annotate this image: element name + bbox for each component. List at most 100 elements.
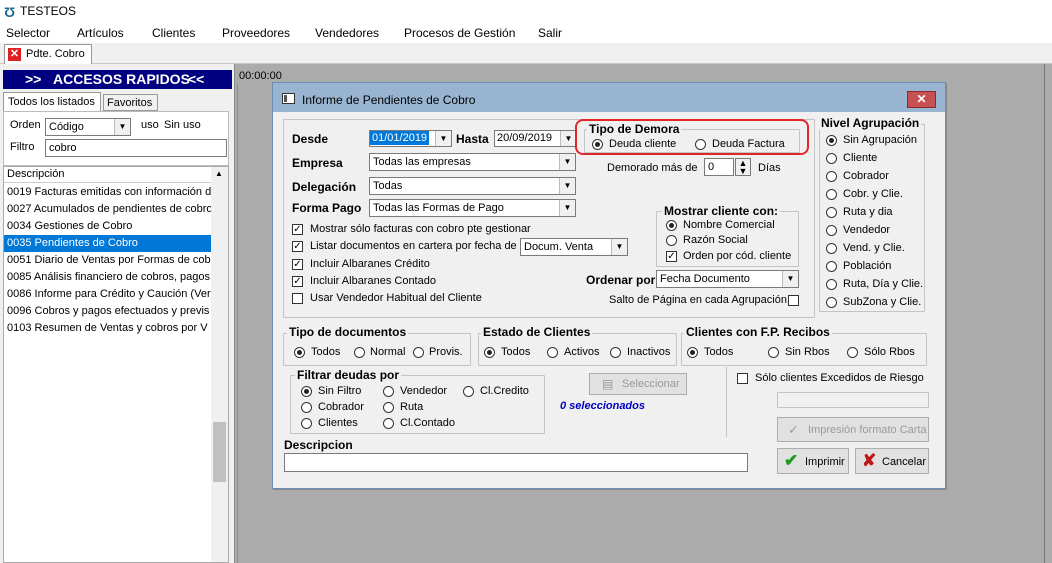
radio-razon-social[interactable]: [666, 235, 677, 246]
radio-estado-inactivos[interactable]: [610, 347, 621, 358]
list-item[interactable]: 0051 Diario de Ventas por Formas de cob: [4, 252, 211, 269]
chevron-down-icon: ▼: [560, 131, 576, 146]
fp-todos-label: Todos: [704, 346, 734, 358]
radio-nivel-5[interactable]: [826, 225, 837, 236]
check-listar-cartera[interactable]: ✓: [292, 241, 303, 252]
doc-tab-pdte-cobro[interactable]: ✕ Pdte. Cobro: [4, 44, 92, 64]
check-cobro-pte[interactable]: ✓: [292, 224, 303, 235]
check-vendedor-habitual[interactable]: [292, 293, 303, 304]
radio-sin-filtro[interactable]: [301, 386, 312, 397]
tab-todos-listados[interactable]: Todos los listados: [3, 92, 101, 111]
radio-tipo-todos[interactable]: [294, 347, 305, 358]
divider: [1044, 64, 1045, 563]
menu-procesos-gestion[interactable]: Procesos de Gestión: [404, 26, 515, 40]
radio-nivel-4[interactable]: [826, 207, 837, 218]
nivel-option-label: Vendedor: [843, 224, 891, 236]
list-item[interactable]: 0034 Gestiones de Cobro: [4, 218, 211, 235]
filtro-input[interactable]: cobro: [45, 139, 227, 157]
nivel-option-label: Cobr. y Clie.: [843, 188, 903, 200]
radio-ruta[interactable]: [383, 402, 394, 413]
dialog-close-button[interactable]: ✕: [907, 91, 936, 108]
descripcion-label: Descripcion: [284, 438, 353, 452]
uso-value: Sin uso: [164, 119, 201, 131]
empresa-select[interactable]: Todas las empresas ▼: [369, 153, 576, 171]
radio-vendedor[interactable]: [383, 386, 394, 397]
cobrador-label: Cobrador: [318, 401, 364, 413]
orden-select[interactable]: Código ▼: [45, 118, 131, 136]
radio-tipo-normal[interactable]: [354, 347, 365, 358]
radio-nivel-0[interactable]: [826, 135, 837, 146]
radio-cobrador[interactable]: [301, 402, 312, 413]
radio-nivel-8[interactable]: [826, 279, 837, 290]
seleccionar-label: Seleccionar: [622, 378, 680, 390]
nivel-agrupacion-title: Nivel Agrupación: [819, 116, 922, 130]
radio-nivel-3[interactable]: [826, 189, 837, 200]
radio-nivel-9[interactable]: [826, 297, 837, 308]
list-item[interactable]: 0085 Análisis financiero de cobros, pago…: [4, 269, 211, 286]
forma-pago-label: Forma Pago: [292, 201, 362, 215]
listados-grid: Descripción 0019 Facturas emitidas con i…: [3, 166, 229, 563]
radio-tipo-provis[interactable]: [413, 347, 424, 358]
expand-arrows-icon[interactable]: >>: [25, 70, 41, 89]
radio-nivel-6[interactable]: [826, 243, 837, 254]
collapse-arrows-icon[interactable]: <<: [188, 70, 204, 89]
radio-cl-contado[interactable]: [383, 418, 394, 429]
salto-pagina-label: Salto de Página en cada Agrupación: [609, 294, 787, 306]
clientes-fp-title: Clientes con F.P. Recibos: [684, 325, 832, 339]
seleccionar-button[interactable]: ▤ Seleccionar: [589, 373, 687, 395]
desde-date[interactable]: 01/01/2019 ▼: [369, 130, 452, 147]
imprimir-button[interactable]: ✔ Imprimir: [777, 448, 849, 474]
menu-articulos[interactable]: Artículos: [77, 26, 124, 40]
menu-selector[interactable]: Selector: [6, 26, 50, 40]
radio-estado-activos[interactable]: [547, 347, 558, 358]
check-albaranes-credito[interactable]: ✓: [292, 259, 303, 270]
radio-estado-todos[interactable]: [484, 347, 495, 358]
list-item[interactable]: 0103 Resumen de Ventas y cobros por V: [4, 320, 211, 337]
check-excedidos-riesgo[interactable]: [737, 373, 748, 384]
check-albaranes-contado[interactable]: ✓: [292, 276, 303, 287]
grid-header-descripcion[interactable]: Descripción: [4, 167, 211, 183]
radio-nivel-1[interactable]: [826, 153, 837, 164]
scrollbar-thumb[interactable]: [213, 422, 226, 482]
tab-favoritos[interactable]: Favoritos: [103, 94, 158, 111]
menu-vendedores[interactable]: Vendedores: [315, 26, 379, 40]
delegacion-label: Delegación: [292, 180, 357, 194]
check-orden-cod-cliente[interactable]: ✓: [666, 251, 677, 262]
radio-clientes[interactable]: [301, 418, 312, 429]
list-item[interactable]: 0019 Facturas emitidas con información d: [4, 184, 211, 201]
radio-nivel-7[interactable]: [826, 261, 837, 272]
list-item[interactable]: 0096 Cobros y pagos efectuados y previs: [4, 303, 211, 320]
demorado-input[interactable]: 0: [704, 158, 734, 176]
chevron-down-icon: ▼: [611, 239, 627, 255]
ordenar-select[interactable]: Fecha Documento ▼: [656, 270, 799, 288]
radio-nivel-2[interactable]: [826, 171, 837, 182]
list-item[interactable]: 0035 Pendientes de Cobro: [4, 235, 211, 252]
menu-proveedores[interactable]: Proveedores: [222, 26, 290, 40]
dialog-title: Informe de Pendientes de Cobro: [302, 93, 476, 107]
forma-pago-select[interactable]: Todas las Formas de Pago ▼: [369, 199, 576, 217]
scroll-up-icon[interactable]: ▲: [215, 169, 223, 178]
descripcion-input[interactable]: [284, 453, 748, 472]
menu-salir[interactable]: Salir: [538, 26, 562, 40]
estado-activos-label: Activos: [564, 346, 600, 358]
hasta-date[interactable]: 20/09/2019 ▼: [494, 130, 577, 147]
check-salto-pagina[interactable]: [788, 295, 799, 306]
radio-fp-todos[interactable]: [687, 347, 698, 358]
radio-nombre-comercial[interactable]: [666, 220, 677, 231]
radio-fp-solo-rbos[interactable]: [847, 347, 858, 358]
uso-label: uso: [141, 119, 159, 131]
radio-cl-credito[interactable]: [463, 386, 474, 397]
close-tab-icon[interactable]: ✕: [8, 48, 21, 61]
grid-scrollbar[interactable]: ▲: [211, 167, 228, 562]
menu-clientes[interactable]: Clientes: [152, 26, 195, 40]
fecha-cartera-select[interactable]: Docum. Venta ▼: [520, 238, 628, 256]
spinner-icon[interactable]: ▲ ▼: [735, 158, 751, 176]
radio-fp-sin-rbos[interactable]: [768, 347, 779, 358]
list-item[interactable]: 0086 Informe para Crédito y Caución (Ver: [4, 286, 211, 303]
nivel-option-label: Vend. y Clie.: [843, 242, 905, 254]
delegacion-select[interactable]: Todas ▼: [369, 177, 576, 195]
list-item[interactable]: 0027 Acumulados de pendientes de cobro: [4, 201, 211, 218]
impresion-carta-button[interactable]: ✓ Impresión formato Carta: [777, 417, 929, 442]
cancelar-button[interactable]: ✘ Cancelar: [855, 448, 929, 474]
copy-icon: ▤: [602, 377, 614, 391]
